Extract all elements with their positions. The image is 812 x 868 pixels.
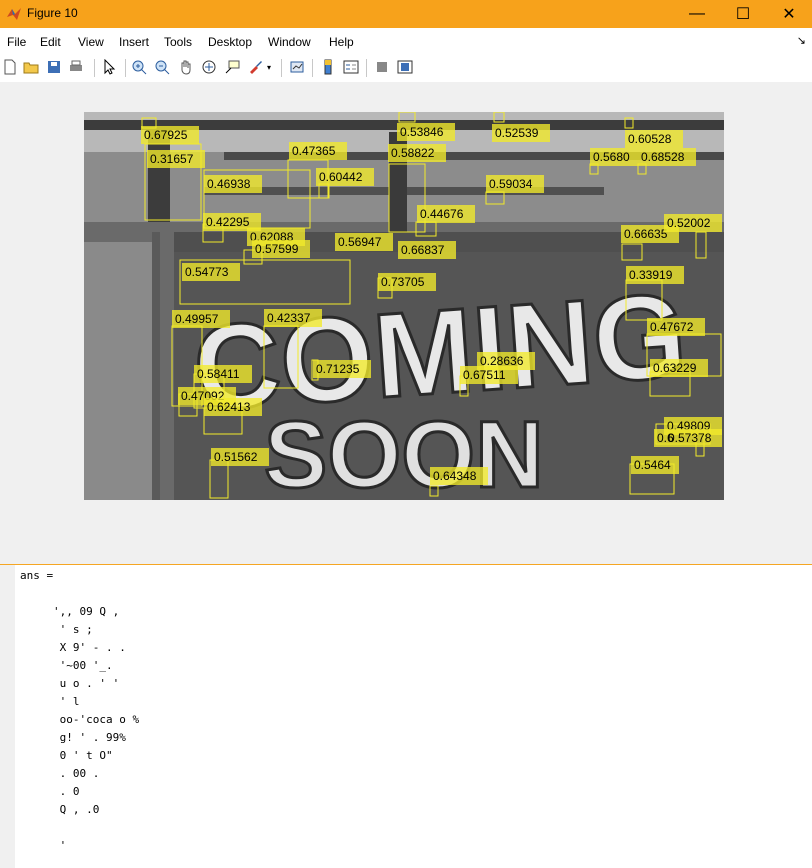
console-line: g! ' . 99% <box>53 731 126 744</box>
open-file-icon[interactable] <box>22 58 40 76</box>
menu-window[interactable]: Window <box>268 35 311 49</box>
detection-score-label: 0.47672 <box>650 320 694 334</box>
save-icon[interactable] <box>45 58 63 76</box>
undock-arrow-icon[interactable]: ↘ <box>797 34 806 47</box>
detection-score-label: 0.59034 <box>489 177 533 191</box>
menu-tools[interactable]: Tools <box>164 35 192 49</box>
console-line: ',, 09 Q , <box>53 605 120 618</box>
window-title: Figure 10 <box>27 6 78 20</box>
detection-score-label: 0.66635 <box>624 227 668 241</box>
console-ans-label: ans = <box>20 569 54 582</box>
console-line: oo-'coca o % <box>53 713 140 726</box>
show-plot-tools-icon[interactable] <box>396 58 414 76</box>
brush-icon[interactable] <box>246 58 264 76</box>
hide-plot-tools-icon[interactable] <box>373 58 391 76</box>
new-figure-icon[interactable] <box>1 58 19 76</box>
insert-legend-icon[interactable] <box>342 58 360 76</box>
toolbar-separator <box>94 59 95 77</box>
console-line: . 00 . <box>53 767 100 780</box>
toolbar-separator <box>312 59 313 77</box>
detection-score-label: 0.44676 <box>420 207 464 221</box>
detection-score-label: 0.62413 <box>207 400 251 414</box>
maximize-button[interactable]: ☐ <box>720 0 766 28</box>
detection-score-label: 0.57599 <box>255 242 299 256</box>
console-line: 0 ' t O" <box>53 749 113 762</box>
console-line: X 9' - . . <box>53 641 126 654</box>
detection-score-label: 0.52539 <box>495 126 539 140</box>
detection-score-label: 0.47365 <box>292 144 336 158</box>
detection-score-label: 0.54773 <box>185 265 229 279</box>
edit-plot-icon[interactable] <box>100 58 118 76</box>
print-icon[interactable] <box>67 58 85 76</box>
menu-edit[interactable]: Edit <box>40 35 61 49</box>
detection-score-label: 0.49957 <box>175 312 219 326</box>
dropdown-arrow-icon[interactable]: ▾ <box>264 58 274 76</box>
detection-score-label: 0.31657 <box>150 152 194 166</box>
detection-score-label: 0.71235 <box>316 362 360 376</box>
console-line: ' s ; <box>53 623 93 636</box>
toolbar-separator <box>125 59 126 77</box>
toolbar-separator <box>281 59 282 77</box>
title-bar: Figure 10 — ☐ ✕ <box>0 0 812 28</box>
toolbar-separator <box>366 59 367 77</box>
minimize-button[interactable]: — <box>674 0 720 28</box>
detection-score-label: 0.52002 <box>667 216 711 230</box>
console-line: ' l <box>53 695 80 708</box>
detection-score-label: 0.67511 <box>463 368 506 382</box>
graffiti-soon: SOON <box>264 402 544 500</box>
detection-score-label: 0.66837 <box>401 243 445 257</box>
detection-score-label: 0.53846 <box>400 125 444 139</box>
matlab-icon <box>7 8 21 20</box>
detection-score-label: 0.57378 <box>668 431 712 445</box>
rotate-3d-icon[interactable] <box>200 58 218 76</box>
menu-insert[interactable]: Insert <box>119 35 149 49</box>
detection-score-label: 0.63229 <box>653 361 697 375</box>
command-window-gutter <box>0 565 15 868</box>
detection-score-label: 0.73705 <box>381 275 425 289</box>
console-line: u o . ' ' <box>53 677 120 690</box>
command-window[interactable]: ans = ',, 09 Q , ' s ; X 9' - . . '~00 '… <box>0 564 812 868</box>
menu-view[interactable]: View <box>78 35 104 49</box>
detection-score-label: 0.51562 <box>214 450 258 464</box>
detection-score-label: 0.33919 <box>629 268 673 282</box>
detection-score-label: 0.60442 <box>319 170 363 184</box>
insert-colorbar-icon[interactable] <box>319 58 337 76</box>
console-line: . 0 <box>53 785 80 798</box>
detection-score-label: 0.42337 <box>267 311 311 325</box>
detection-score-label: 0.60528 <box>628 132 672 146</box>
console-line: '~00 '_. <box>53 659 113 672</box>
detection-score-label: 0.58411 <box>197 367 240 381</box>
console-line: ' <box>53 839 67 852</box>
pan-icon[interactable] <box>177 58 195 76</box>
data-cursor-icon[interactable] <box>223 58 241 76</box>
detection-score-label: 0.46938 <box>207 177 251 191</box>
detection-score-label: 0.5464 <box>634 458 671 472</box>
menu-bar: File Edit View Insert Tools Desktop Wind… <box>0 28 812 54</box>
close-button[interactable]: ✕ <box>766 0 812 28</box>
menu-desktop[interactable]: Desktop <box>208 35 252 49</box>
detection-score-label: 0.42295 <box>206 215 250 229</box>
link-plot-icon[interactable] <box>288 58 306 76</box>
zoom-in-icon[interactable] <box>130 58 148 76</box>
menu-help[interactable]: Help <box>329 35 354 49</box>
detection-score-label: 0.28636 <box>480 354 524 368</box>
menu-file[interactable]: File <box>7 35 26 49</box>
detection-score-label: 0.5680 <box>593 150 630 164</box>
console-line: Q , .0 <box>53 803 100 816</box>
zoom-out-icon[interactable] <box>153 58 171 76</box>
detection-score-label: 0.56947 <box>338 235 382 249</box>
detection-score-label: 0.68528 <box>641 150 685 164</box>
detection-score-label: 0.58822 <box>391 146 435 160</box>
figure-toolbar: ▾ <box>0 54 812 83</box>
detection-score-label: 0.67925 <box>144 128 188 142</box>
detection-image[interactable]: COMING SOON 0.67925 0.31657 0.46938 0.42… <box>84 112 724 500</box>
detection-score-label: 0.64348 <box>433 469 477 483</box>
